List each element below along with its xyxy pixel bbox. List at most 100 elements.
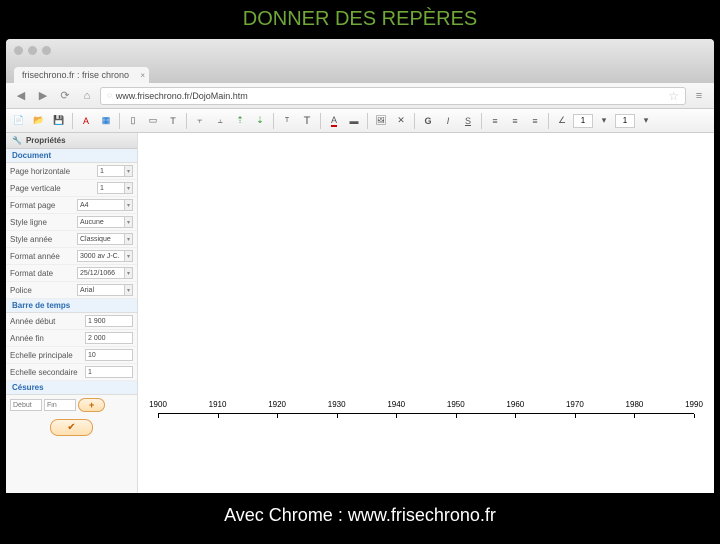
prop-value-select[interactable]: 25/12/1066 — [77, 267, 125, 279]
cesure-debut-input[interactable] — [10, 399, 42, 411]
browser-tab[interactable]: frisechrono.fr : frise chrono × — [14, 67, 149, 83]
bookmark-star-icon[interactable]: ☆ — [668, 89, 679, 103]
event-tool-icon[interactable]: ▯ — [124, 112, 142, 130]
apply-button[interactable]: ✔ — [50, 419, 92, 436]
open-file-icon[interactable]: 📂 — [30, 112, 48, 130]
prop-value-select[interactable]: Aucune — [77, 216, 125, 228]
prop-page-horizontale: Page horizontale 1 ▾ — [6, 163, 137, 180]
prop-value-input[interactable]: 2 000 — [85, 332, 133, 344]
font-larger-icon[interactable]: T — [298, 112, 316, 130]
panel-header[interactable]: 🔧 Propriétés — [6, 133, 137, 149]
prop-label: Echelle principale — [10, 351, 85, 360]
minimize-window-icon[interactable] — [28, 46, 37, 55]
forward-button[interactable]: ▶ — [34, 87, 52, 105]
font-smaller-icon[interactable]: T — [278, 112, 296, 130]
url-input[interactable]: ◌ www.frisechrono.fr/DojoMain.htm ☆ — [100, 87, 686, 105]
slide-footer: Avec Chrome : www.frisechrono.fr — [0, 493, 720, 544]
toolbar-separator — [367, 113, 368, 129]
export-pdf-icon[interactable]: A — [77, 112, 95, 130]
timeline-tick-label: 1900 — [149, 400, 167, 409]
timeline-tick — [158, 414, 159, 418]
prop-label: Format date — [10, 269, 77, 278]
prop-value-input[interactable]: 1 900 — [85, 315, 133, 327]
line-width-input[interactable] — [573, 114, 593, 128]
timeline-tick-label: 1920 — [268, 400, 286, 409]
stepper-icon[interactable]: ▾ — [125, 165, 133, 177]
toolbar-separator — [119, 113, 120, 129]
timeline-tick-label: 1970 — [566, 400, 584, 409]
menu-button[interactable]: ≡ — [690, 87, 708, 105]
cesure-row: + — [6, 395, 137, 415]
prop-label: Style ligne — [10, 218, 77, 227]
spacing-input[interactable] — [615, 114, 635, 128]
italic-icon[interactable]: I — [439, 112, 457, 130]
toolbar-separator — [320, 113, 321, 129]
align-right-icon[interactable]: ≡ — [526, 112, 544, 130]
section-barre-temps: Barre de temps — [6, 299, 137, 313]
chevron-down-icon[interactable]: ▾ — [125, 233, 133, 245]
prop-style-ligne: Style ligne Aucune ▾ — [6, 214, 137, 231]
image-icon[interactable]: 🖼 — [372, 112, 390, 130]
prop-echelle-secondaire: Echelle secondaire 1 — [6, 364, 137, 381]
line-style-icon[interactable]: ∠ — [553, 112, 571, 130]
prop-value-select[interactable]: Arial — [77, 284, 125, 296]
chevron-down-icon[interactable]: ▾ — [125, 199, 133, 211]
properties-panel: 🔧 Propriétés Document Page horizontale 1… — [6, 133, 138, 493]
prop-label: Page verticale — [10, 184, 97, 193]
prop-value-select[interactable]: Classique — [77, 233, 125, 245]
bold-icon[interactable]: G — [419, 112, 437, 130]
prop-value-select[interactable]: A4 — [77, 199, 125, 211]
prop-label: Style année — [10, 235, 77, 244]
wrench-icon: 🔧 — [12, 136, 22, 145]
prop-value-input[interactable]: 1 — [97, 165, 125, 177]
delete-icon[interactable]: ✕ — [392, 112, 410, 130]
maximize-window-icon[interactable] — [42, 46, 51, 55]
prop-page-verticale: Page verticale 1 ▾ — [6, 180, 137, 197]
close-window-icon[interactable] — [14, 46, 23, 55]
chevron-down-icon[interactable]: ▾ — [125, 267, 133, 279]
slide-title: DONNER DES REPÈRES — [0, 0, 720, 39]
timeline-canvas[interactable]: 1900191019201930194019501960197019801990 — [138, 133, 714, 493]
prop-annee-fin: Année fin 2 000 — [6, 330, 137, 347]
section-cesures: Césures — [6, 381, 137, 395]
home-button[interactable]: ⌂ — [78, 87, 96, 105]
align-bottom-icon[interactable]: ⫠ — [211, 112, 229, 130]
align-top-icon[interactable]: ⫟ — [191, 112, 209, 130]
period-tool-icon[interactable]: ▭ — [144, 112, 162, 130]
timeline-tick-label: 1940 — [387, 400, 405, 409]
save-icon[interactable]: 💾 — [50, 112, 68, 130]
stepper-icon[interactable]: ▾ — [125, 182, 133, 194]
chevron-down-icon[interactable]: ▾ — [125, 216, 133, 228]
panel-title: Propriétés — [26, 136, 66, 145]
align-left-icon[interactable]: ≡ — [486, 112, 504, 130]
prop-format-page: Format page A4 ▾ — [6, 197, 137, 214]
align-center-icon[interactable]: ≡ — [506, 112, 524, 130]
prop-value-input[interactable]: 1 — [85, 366, 133, 378]
prop-value-input[interactable]: 1 — [97, 182, 125, 194]
prop-echelle-principale: Echelle principale 10 — [6, 347, 137, 364]
tab-bar: frisechrono.fr : frise chrono × — [6, 61, 714, 83]
new-file-icon[interactable]: 📄 — [10, 112, 28, 130]
text-tool-icon[interactable]: T — [164, 112, 182, 130]
toolbar-separator — [414, 113, 415, 129]
window-titlebar — [6, 39, 714, 61]
prop-value-select[interactable]: 3000 av J-C. — [77, 250, 125, 262]
app-toolbar: 📄 📂 💾 A ▦ ▯ ▭ T ⫟ ⫠ ⇡ ⇣ T T A ▬ 🖼 ✕ G I … — [6, 109, 714, 133]
prop-value-input[interactable]: 10 — [85, 349, 133, 361]
stepper-icon[interactable]: ▾ — [595, 112, 613, 130]
close-tab-icon[interactable]: × — [140, 71, 145, 80]
prop-label: Format année — [10, 252, 77, 261]
cesure-fin-input[interactable] — [44, 399, 76, 411]
add-cesure-button[interactable]: + — [78, 398, 105, 412]
fill-color-icon[interactable]: ▬ — [345, 112, 363, 130]
marker1-icon[interactable]: ⇡ — [231, 112, 249, 130]
stepper-icon[interactable]: ▾ — [637, 112, 655, 130]
reload-button[interactable]: ⟳ — [56, 87, 74, 105]
back-button[interactable]: ◀ — [12, 87, 30, 105]
underline-icon[interactable]: S — [459, 112, 477, 130]
chevron-down-icon[interactable]: ▾ — [125, 284, 133, 296]
marker2-icon[interactable]: ⇣ — [251, 112, 269, 130]
export-image-icon[interactable]: ▦ — [97, 112, 115, 130]
chevron-down-icon[interactable]: ▾ — [125, 250, 133, 262]
font-color-icon[interactable]: A — [325, 112, 343, 130]
